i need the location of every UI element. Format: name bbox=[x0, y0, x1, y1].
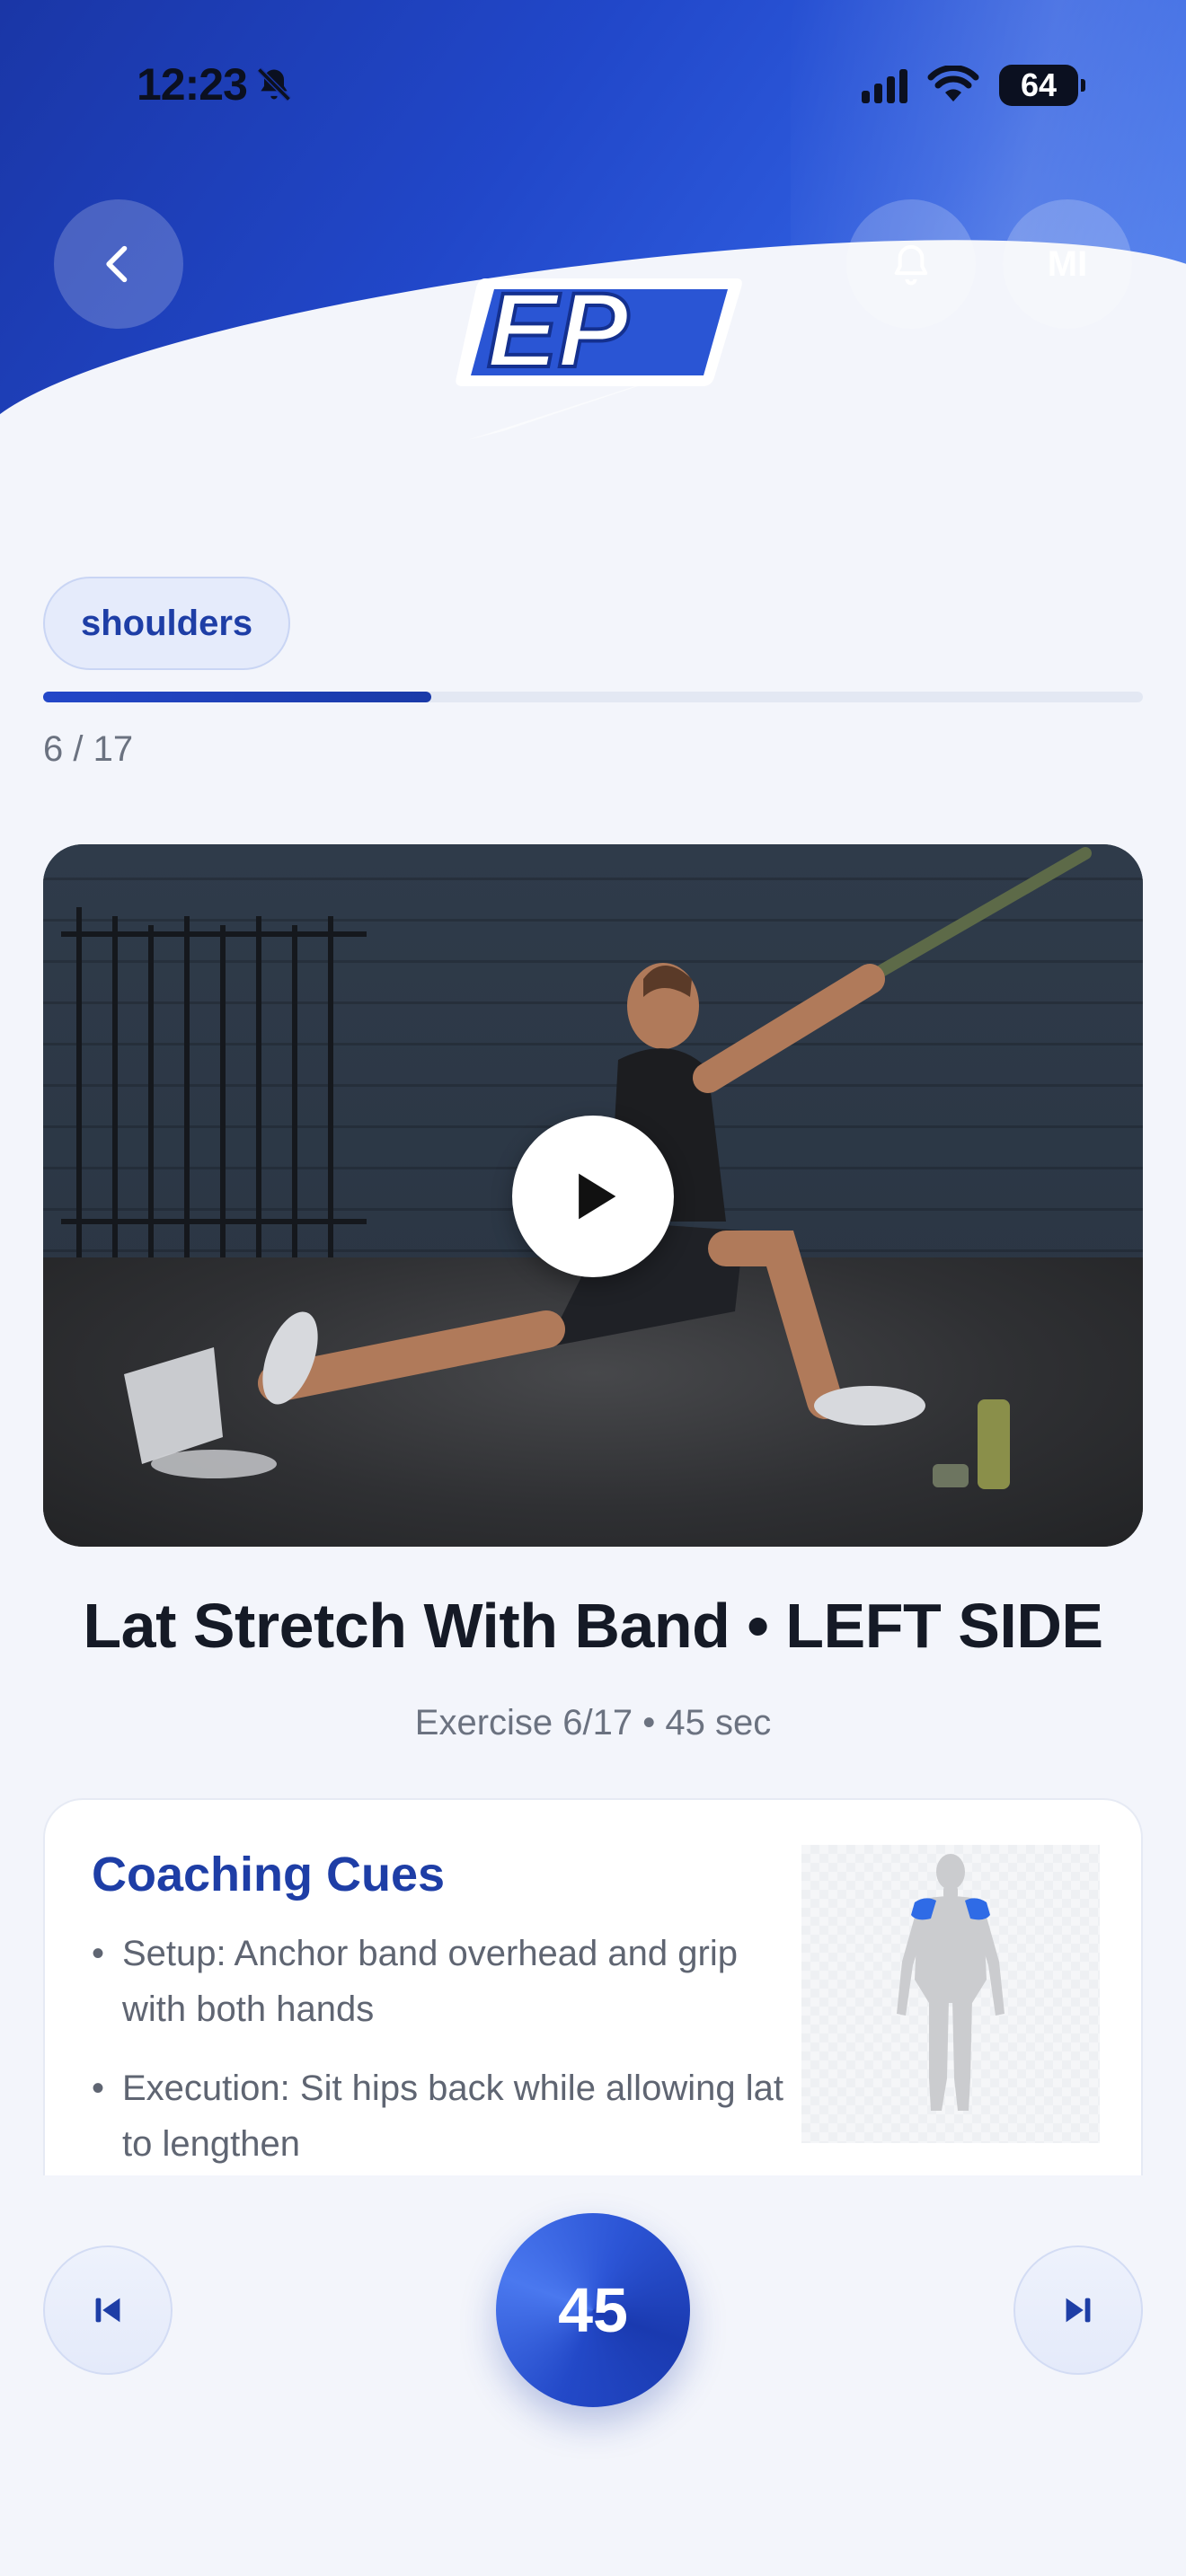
skip-previous-icon bbox=[95, 2298, 120, 2323]
cue-item: Setup: Anchor band overhead and grip wit… bbox=[92, 1926, 801, 2037]
workout-progress-bar bbox=[43, 692, 1143, 702]
human-body-figure-icon bbox=[897, 1854, 1005, 2111]
chevron-left-icon bbox=[106, 245, 128, 283]
countdown-timer[interactable]: 45 bbox=[496, 2213, 690, 2407]
countdown-timer-value: 45 bbox=[558, 2275, 628, 2345]
workout-progress-text: 6 / 17 bbox=[43, 729, 134, 769]
muscle-group-label: shoulders bbox=[81, 603, 253, 643]
previous-exercise-button[interactable] bbox=[43, 2245, 173, 2375]
back-button[interactable] bbox=[54, 199, 183, 329]
battery-level: 64 bbox=[1020, 66, 1058, 103]
next-exercise-button[interactable] bbox=[1013, 2245, 1143, 2375]
status-time-text: 12:23 bbox=[137, 59, 248, 110]
exercise-title: Lat Stretch With Band • LEFT SIDE bbox=[83, 1591, 1103, 1661]
cellular-signal-icon bbox=[862, 67, 907, 103]
battery-icon: 64 bbox=[999, 65, 1085, 106]
notifications-button[interactable] bbox=[846, 199, 976, 329]
workout-player-screen: 12:23 64 EP MI shoulders 6 / 17 Lat Stre… bbox=[0, 0, 1186, 2576]
status-time: 12:23 bbox=[137, 59, 294, 110]
status-icons: 64 bbox=[862, 63, 1085, 108]
skip-next-icon bbox=[1066, 2298, 1091, 2323]
avatar-initials: MI bbox=[1047, 243, 1088, 284]
wifi-icon bbox=[927, 66, 979, 101]
play-icon bbox=[579, 1173, 616, 1220]
exercise-meta: Exercise 6/17 • 45 sec bbox=[414, 1703, 772, 1742]
bell-icon bbox=[894, 244, 928, 286]
ep-logo: EP bbox=[449, 260, 746, 449]
play-button[interactable] bbox=[512, 1116, 674, 1277]
profile-avatar-button[interactable]: MI bbox=[1003, 199, 1132, 329]
silent-mode-icon bbox=[257, 67, 291, 101]
muscle-group-tag[interactable]: shoulders bbox=[43, 577, 291, 670]
muscle-body-map bbox=[801, 1845, 1100, 2143]
cue-item: Execution: Sit hips back while allowing … bbox=[92, 2060, 801, 2172]
coaching-cues-title: Coaching Cues bbox=[92, 1848, 446, 1901]
coaching-cues-card: Coaching Cues Setup: Anchor band overhea… bbox=[43, 1798, 1143, 2175]
exercise-video[interactable] bbox=[43, 844, 1143, 1547]
workout-progress-fill bbox=[43, 692, 432, 702]
svg-text:EP: EP bbox=[487, 271, 629, 390]
